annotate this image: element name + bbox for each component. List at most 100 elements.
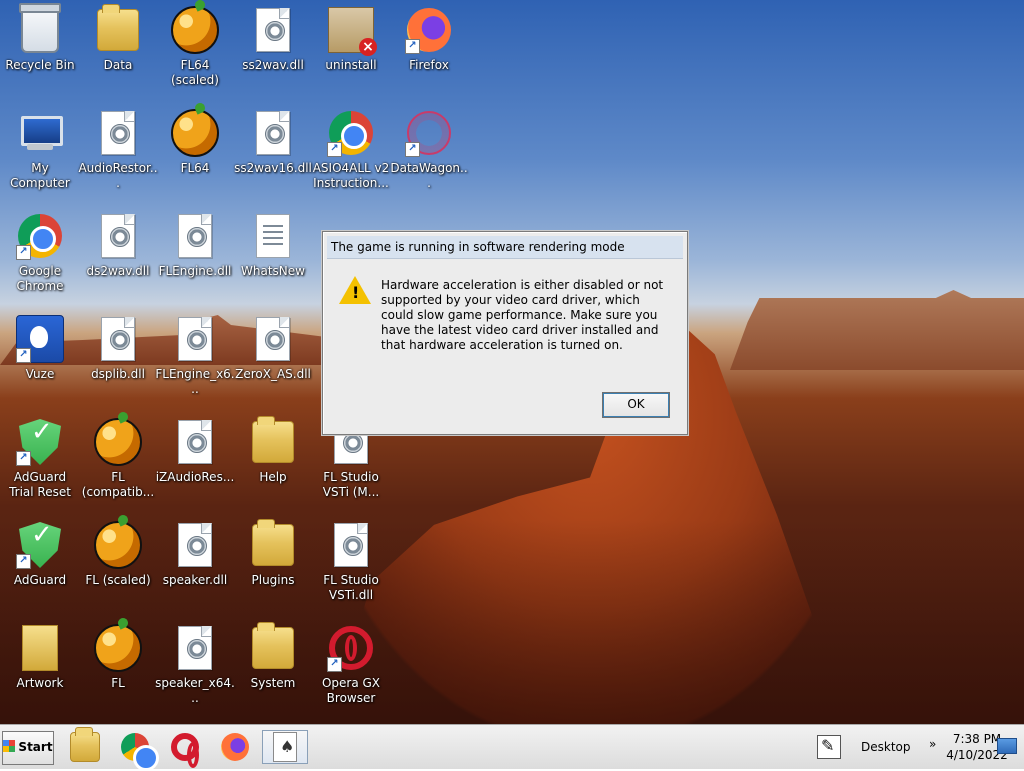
desktop-icon-my-computer[interactable]: My Computer [0,109,80,199]
desktop-icon-zerox-as-dll[interactable]: ZeroX_AS.dll [233,315,313,405]
desktop-icon-datawagon[interactable]: ↗ DataWagon... [389,109,469,199]
desktop-icon-label: Google Chrome [16,264,64,293]
dll-file-icon [171,315,219,363]
nsis-installer-icon [327,6,377,56]
desktop-icon-fl[interactable]: FL [78,624,158,714]
desktop-icon-flengine-x64[interactable]: FLEngine_x6... [155,315,235,405]
shortcut-arrow-icon: ↗ [327,657,342,672]
desktop-icon-vuze[interactable]: ↗ Vuze [0,315,80,405]
desktop-icon-label: Data [103,58,133,72]
system-tray: Desktop » 7:38 PM 4/10/2022 [809,725,1024,769]
desktop-icon-fl64-scaled[interactable]: FL64 (scaled) [155,6,235,96]
desktop-icon-dsplib-dll[interactable]: dsplib.dll [78,315,158,405]
desktop-icon-fl64[interactable]: FL64 [155,109,235,199]
warning-icon [339,276,371,304]
datawagon-icon: ↗ [405,109,453,157]
desktop-icon-google-chrome[interactable]: ↗ Google Chrome [0,212,80,302]
desktop-icon-asio4all[interactable]: ↗ ASIO4ALL v2 Instruction... [311,109,391,199]
desktop-icon-fl-compatib[interactable]: FL (compatib... [78,418,158,508]
desktop: Recycle Bin Data FL64 (scaled) ss2wav.dl… [0,0,1024,724]
desktop-icon-data[interactable]: Data [78,4,158,96]
dll-file-icon [171,521,219,569]
desktop-icon-adguard-trial-reset[interactable]: ↗ AdGuard Trial Reset [0,418,80,508]
pen-input-icon[interactable] [817,735,841,759]
desktop-icon-fl-studio-vsti-dll[interactable]: FL Studio VSTi.dll [311,521,391,611]
desktop-icon-label: FLEngine.dll [158,264,232,278]
fl-studio-icon [94,521,142,569]
start-button[interactable]: Start [2,731,54,765]
show-desktop-icon[interactable] [997,738,1017,754]
desktop-icon-label: System [250,676,296,690]
cards-icon [273,732,297,762]
taskbar-firefox[interactable] [218,730,252,764]
desktop-icon-ss2wav16-dll[interactable]: ss2wav16.dll [233,109,313,199]
chevron-icon[interactable]: » [929,737,936,751]
desktop-icon-label: FL (compatib... [81,470,155,499]
desktop-icon-artwork[interactable]: Artwork [0,624,80,714]
vuze-icon: ↗ [16,315,64,363]
dll-file-icon [171,624,219,672]
desktop-toolbar-label[interactable]: Desktop [861,740,911,754]
background-mesa-right [730,290,1024,370]
text-document-icon [249,212,297,260]
dll-file-icon [171,212,219,260]
taskbar-chrome[interactable] [118,730,159,771]
ok-button[interactable]: OK [602,392,670,418]
dll-file-icon [249,6,297,54]
desktop-icon-label: FL Studio VSTi (M... [322,470,380,499]
desktop-icon-opera-gx[interactable]: ↗ Opera GX Browser [311,624,391,714]
folder-icon [249,519,297,569]
taskbar-cards-game[interactable] [262,730,308,764]
desktop-icon-fl-scaled[interactable]: FL (scaled) [78,521,158,611]
adguard-shield-icon: ↗ [16,418,64,466]
shortcut-arrow-icon: ↗ [327,142,342,157]
desktop-icon-firefox[interactable]: ↗ Firefox [389,6,469,96]
desktop-icon-speaker-x64[interactable]: speaker_x64... [155,624,235,714]
desktop-icon-adguard[interactable]: ↗ AdGuard [0,521,80,611]
desktop-icon-label: My Computer [10,161,70,190]
desktop-icon-whatsnew[interactable]: WhatsNew [233,212,313,302]
shortcut-arrow-icon: ↗ [405,142,420,157]
desktop-icon-label: Plugins [251,573,295,587]
desktop-icon-label: FL64 (scaled) [171,58,219,87]
desktop-icon-label: FLEngine_x6... [155,367,235,396]
desktop-icon-label: AudioRestor... [78,161,158,190]
opera-gx-icon [171,733,199,768]
dll-file-icon [249,315,297,363]
start-label: Start [18,740,53,754]
taskbar-file-explorer[interactable] [68,727,102,764]
desktop-icon-recycle-bin[interactable]: Recycle Bin [0,3,80,96]
desktop-icon-label: Firefox [409,58,449,72]
opera-gx-icon: ↗ [327,624,375,672]
desktop-icon-speaker-dll[interactable]: speaker.dll [155,521,235,611]
desktop-icon-label: ds2wav.dll [86,264,150,278]
desktop-icon-label: ss2wav.dll [242,58,304,72]
desktop-icon-help[interactable]: Help [233,416,313,508]
desktop-icon-label: FL Studio VSTi.dll [323,573,379,602]
dll-file-icon [94,109,142,157]
desktop-icon-flengine-dll[interactable]: FLEngine.dll [155,212,235,302]
desktop-icon-label: uninstall [325,58,377,72]
desktop-icon-izaudiores[interactable]: iZAudioRes... [155,418,235,508]
desktop-icon-label: DataWagon... [390,161,468,190]
shortcut-arrow-icon: ↗ [16,451,31,466]
desktop-icon-audiorestor[interactable]: AudioRestor... [78,109,158,199]
desktop-icon-plugins[interactable]: Plugins [233,519,313,611]
shortcut-arrow-icon: ↗ [16,245,31,260]
fl-studio-icon [94,418,142,466]
desktop-icon-label: Help [259,470,287,484]
recycle-bin-icon [16,3,64,54]
desktop-icon-ds2wav-dll[interactable]: ds2wav.dll [78,212,158,302]
desktop-icon-system[interactable]: System [233,622,313,714]
firefox-icon [221,733,249,761]
taskbar: Start Desktop » 7:38 PM 4/10/2022 [0,724,1024,771]
artwork-folder-icon [16,624,64,672]
desktop-icon-uninstall[interactable]: uninstall [311,6,391,96]
desktop-icon-label: AdGuard Trial Reset [9,470,71,499]
desktop-icon-ss2wav-dll[interactable]: ss2wav.dll [233,6,313,96]
shortcut-arrow-icon: ↗ [405,39,420,54]
fl-studio-icon [94,624,142,672]
desktop-icon-label: WhatsNew [241,264,305,278]
taskbar-opera-gx[interactable] [168,730,202,768]
desktop-icon-label: ZeroX_AS.dll [235,367,311,381]
